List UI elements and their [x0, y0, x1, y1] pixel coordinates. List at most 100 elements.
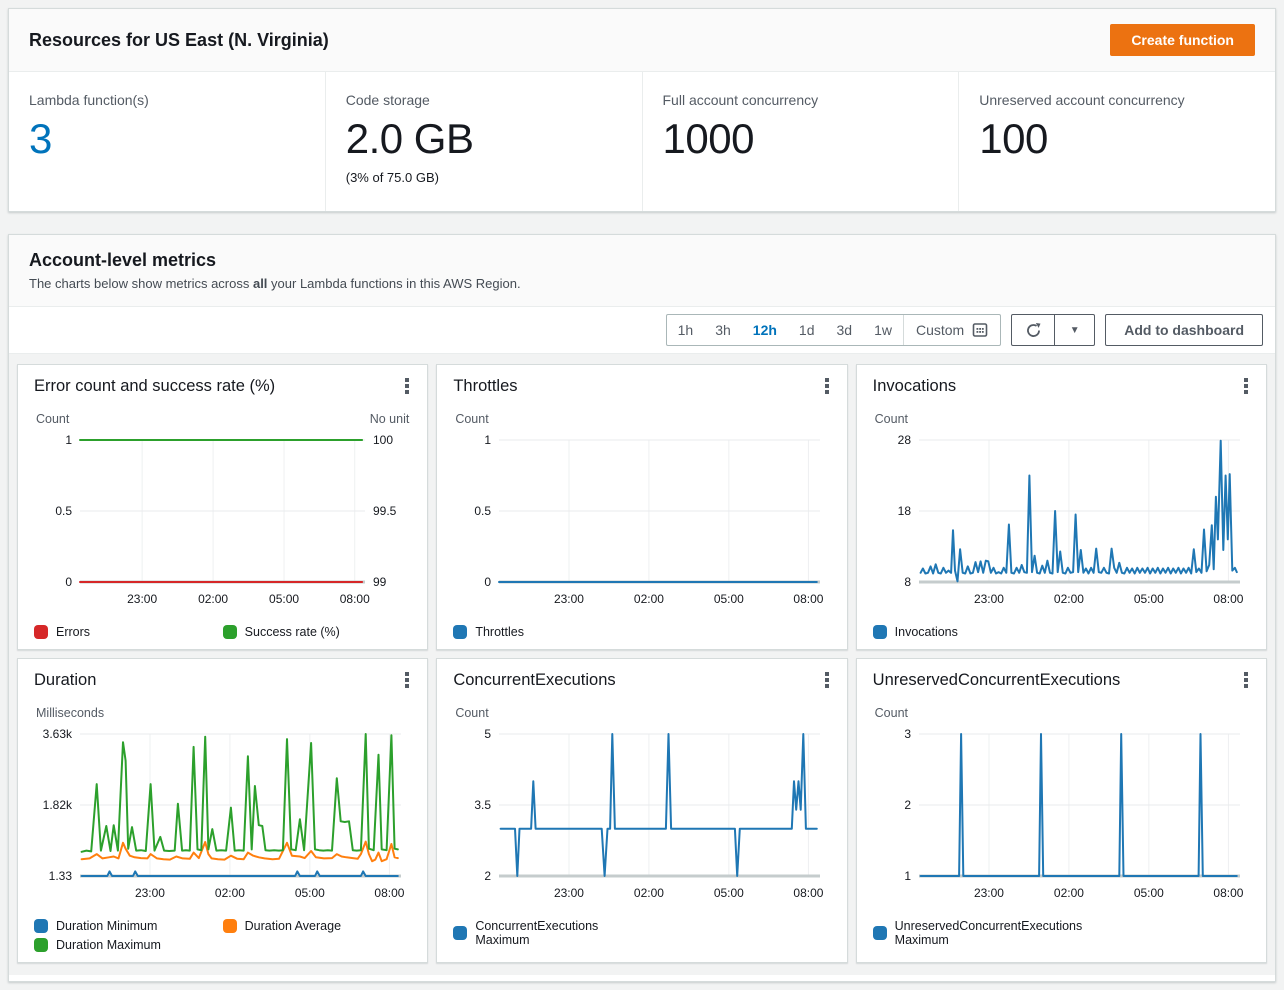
legend-item[interactable]: ConcurrentExecutions Maximum: [453, 919, 642, 947]
unreserved-concurrency-value: 100: [979, 116, 1255, 162]
time-range-option-12h[interactable]: 12h: [742, 315, 788, 345]
y-axis-unit-label: Count: [875, 706, 908, 720]
legend-item[interactable]: Duration Average: [223, 919, 412, 933]
svg-text:23:00: 23:00: [135, 886, 165, 900]
legend-label: UnreservedConcurrentExecutions Maximum: [895, 919, 1083, 947]
code-storage-percentage: (3% of 75.0 GB): [346, 170, 622, 185]
add-to-dashboard-button[interactable]: Add to dashboard: [1105, 314, 1263, 346]
legend-swatch: [34, 625, 48, 639]
svg-text:08:00: 08:00: [1213, 886, 1243, 900]
stat-unreserved-concurrency: Unreserved account concurrency 100: [958, 72, 1275, 211]
legend-swatch: [223, 625, 237, 639]
svg-text:02:00: 02:00: [198, 592, 228, 606]
chart-title: UnreservedConcurrentExecutions: [873, 667, 1121, 690]
svg-text:3.5: 3.5: [475, 798, 492, 812]
time-range-option-3h[interactable]: 3h: [704, 315, 742, 345]
time-range-custom[interactable]: Custom: [903, 315, 1000, 345]
lambda-functions-count-link[interactable]: 3: [29, 116, 305, 162]
legend-item[interactable]: Invocations: [873, 625, 1062, 639]
metrics-toolbar: 1h3h12h1d3d1w Custom ▼ Add to dashboard: [9, 307, 1275, 354]
svg-text:05:00: 05:00: [1133, 592, 1163, 606]
axis-unit-labels: Count: [455, 412, 828, 426]
axis-unit-labels: Count: [875, 706, 1248, 720]
legend-swatch: [453, 926, 467, 940]
chart-plot[interactable]: 3.63k1.82k1.3323:0002:0005:0008:00: [34, 720, 411, 915]
y2-axis-unit-label: No unit: [370, 412, 410, 426]
svg-text:28: 28: [897, 433, 911, 447]
chart-card-header: Error count and success rate (%): [34, 373, 411, 402]
stat-full-concurrency: Full account concurrency 1000: [642, 72, 959, 211]
legend-swatch: [223, 919, 237, 933]
svg-text:2: 2: [485, 869, 492, 883]
svg-text:05:00: 05:00: [269, 592, 299, 606]
refresh-button[interactable]: [1011, 314, 1055, 346]
legend-item[interactable]: Duration Maximum: [34, 938, 223, 952]
time-range-option-3d[interactable]: 3d: [826, 315, 864, 345]
chart-plot[interactable]: 10.5010099.59923:0002:0005:0008:00: [34, 426, 411, 621]
chart-card-header: Invocations: [873, 373, 1250, 402]
time-range-option-1h[interactable]: 1h: [667, 315, 705, 345]
legend-item[interactable]: Success rate (%): [223, 625, 412, 639]
svg-text:05:00: 05:00: [714, 592, 744, 606]
time-range-options: 1h3h12h1d3d1w: [667, 315, 903, 345]
refresh-options-button[interactable]: ▼: [1055, 314, 1095, 346]
chart-card: ConcurrentExecutionsCount53.5223:0002:00…: [436, 658, 847, 963]
resources-panel-header: Resources for US East (N. Virginia) Crea…: [9, 9, 1275, 72]
svg-text:08:00: 08:00: [1213, 592, 1243, 606]
svg-text:1.82k: 1.82k: [43, 798, 73, 812]
svg-text:05:00: 05:00: [1133, 886, 1163, 900]
svg-text:1: 1: [904, 869, 911, 883]
account-metrics-header: Account-level metrics The charts below s…: [9, 235, 1275, 307]
y-axis-unit-label: Count: [875, 412, 908, 426]
stat-label: Full account concurrency: [663, 92, 939, 108]
chart-title: Error count and success rate (%): [34, 373, 275, 396]
chart-title: Duration: [34, 667, 96, 690]
svg-text:05:00: 05:00: [714, 886, 744, 900]
legend-item[interactable]: Duration Minimum: [34, 919, 223, 933]
charts-grid: Error count and success rate (%) Count No …: [17, 364, 1267, 963]
chevron-down-icon: ▼: [1070, 325, 1080, 336]
stat-code-storage: Code storage 2.0 GB (3% of 75.0 GB): [325, 72, 642, 211]
legend-label: Duration Minimum: [56, 919, 157, 933]
chart-legend: Throttles: [453, 625, 830, 639]
chart-card-header: Throttles: [453, 373, 830, 402]
create-function-button[interactable]: Create function: [1110, 24, 1255, 56]
account-metrics-title: Account-level metrics: [29, 250, 1255, 271]
chart-card: Duration Milliseconds3.63k1.82k1.3323:000…: [17, 658, 428, 963]
resources-panel: Resources for US East (N. Virginia) Crea…: [8, 8, 1276, 212]
time-range-option-1w[interactable]: 1w: [863, 315, 903, 345]
chart-legend: Duration Minimum Duration AverageDuration…: [34, 919, 411, 952]
legend-label: ConcurrentExecutions Maximum: [475, 919, 642, 947]
kebab-menu-icon[interactable]: [403, 667, 411, 696]
kebab-menu-icon[interactable]: [403, 373, 411, 402]
legend-item[interactable]: Throttles: [453, 625, 642, 639]
chart-plot[interactable]: 10.5023:0002:0005:0008:00: [453, 426, 830, 621]
refresh-icon: [1025, 322, 1042, 339]
chart-legend: ConcurrentExecutions Maximum: [453, 919, 830, 947]
stats-row: Lambda function(s) 3 Code storage 2.0 GB…: [9, 72, 1275, 211]
kebab-menu-icon[interactable]: [1242, 373, 1250, 402]
stat-label: Code storage: [346, 92, 622, 108]
time-range-option-1d[interactable]: 1d: [788, 315, 826, 345]
svg-text:08:00: 08:00: [340, 592, 370, 606]
chart-plot[interactable]: 2818823:0002:0005:0008:00: [873, 426, 1250, 621]
chart-card: UnreservedConcurrentExecutionsCount32123…: [856, 658, 1267, 963]
legend-swatch: [873, 926, 887, 940]
svg-text:02:00: 02:00: [1054, 886, 1084, 900]
kebab-menu-icon[interactable]: [823, 667, 831, 696]
chart-plot[interactable]: 32123:0002:0005:0008:00: [873, 720, 1250, 915]
chart-legend: Invocations: [873, 625, 1250, 639]
time-range-selector: 1h3h12h1d3d1w Custom: [666, 314, 1002, 346]
svg-text:5: 5: [485, 727, 492, 741]
svg-text:02:00: 02:00: [634, 886, 664, 900]
axis-unit-labels: Count: [875, 412, 1248, 426]
svg-text:23:00: 23:00: [554, 592, 584, 606]
time-range-custom-label: Custom: [916, 322, 964, 338]
kebab-menu-icon[interactable]: [823, 373, 831, 402]
chart-legend: UnreservedConcurrentExecutions Maximum: [873, 919, 1250, 947]
kebab-menu-icon[interactable]: [1242, 667, 1250, 696]
axis-unit-labels: Milliseconds: [36, 706, 409, 720]
legend-item[interactable]: UnreservedConcurrentExecutions Maximum: [873, 919, 1083, 947]
legend-item[interactable]: Errors: [34, 625, 223, 639]
chart-plot[interactable]: 53.5223:0002:0005:0008:00: [453, 720, 830, 915]
